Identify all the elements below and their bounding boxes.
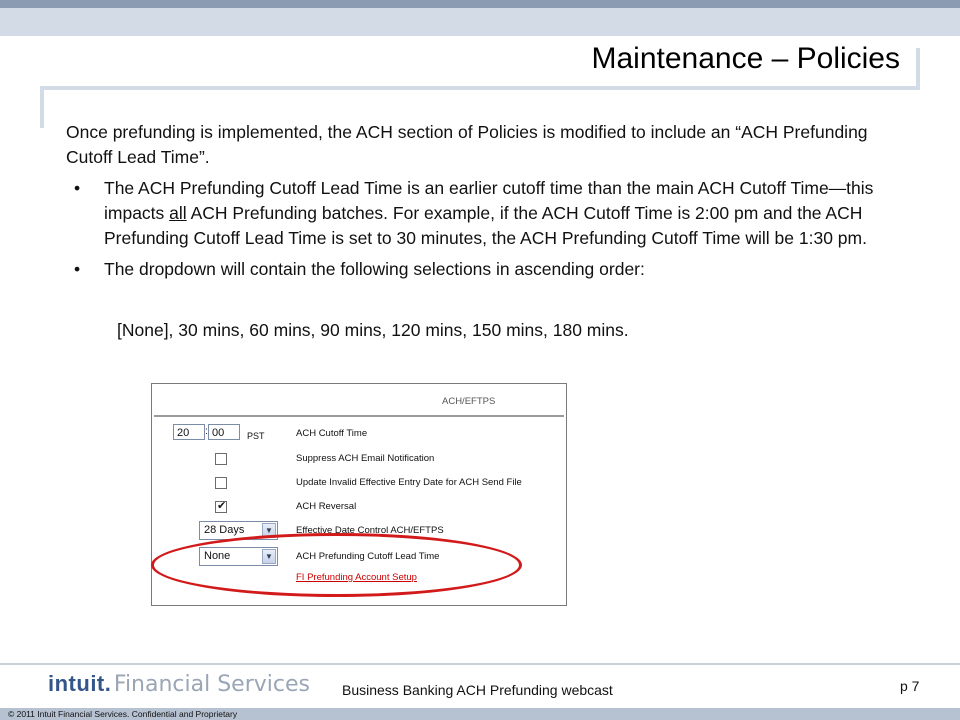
section-header-label: ACH/EFTPS: [442, 396, 496, 407]
cutoff-minutes-input[interactable]: 00: [208, 424, 240, 440]
suppress-email-label: Suppress ACH Email Notification: [296, 453, 435, 464]
section-header: ACH/EFTPS: [154, 386, 564, 417]
copyright-text: © 2011 Intuit Financial Services. Confid…: [8, 709, 238, 719]
logo-subtitle: Financial Services: [113, 672, 310, 697]
bullet-list: The ACH Prefunding Cutoff Lead Time is a…: [74, 176, 894, 288]
top-band: [0, 8, 960, 36]
title-frame-right: [916, 48, 920, 90]
ach-reversal-label: ACH Reversal: [296, 501, 357, 512]
page-number: p 7: [900, 678, 920, 694]
slide-title: Maintenance – Policies: [591, 42, 900, 75]
logo-brand: intuit: [48, 671, 105, 696]
logo-dot: .: [104, 671, 111, 696]
cutoff-time-label: ACH Cutoff Time: [296, 428, 368, 439]
intuit-logo: intuit. Financial Services: [48, 671, 310, 697]
selection-list: [None], 30 mins, 60 mins, 90 mins, 120 m…: [117, 320, 629, 340]
cutoff-hours-input[interactable]: 20: [173, 424, 205, 440]
timezone-label: PST: [247, 431, 265, 441]
intro-paragraph: Once prefunding is implemented, the ACH …: [66, 122, 868, 167]
top-accent-bar: [0, 0, 960, 8]
update-date-label: Update Invalid Effective Entry Date for …: [296, 477, 522, 488]
update-date-checkbox[interactable]: [215, 477, 227, 489]
bullet-text-part2: ACH Prefunding batches. For example, if …: [104, 203, 867, 248]
bullet-item: The ACH Prefunding Cutoff Lead Time is a…: [74, 176, 894, 251]
bullet-text-underlined: all: [169, 203, 187, 223]
title-frame-top: [40, 86, 920, 90]
footer-title: Business Banking ACH Prefunding webcast: [342, 682, 613, 698]
check-icon: ✔: [217, 500, 227, 512]
highlight-ellipse: [151, 533, 522, 597]
bullet-item: The dropdown will contain the following …: [74, 257, 894, 282]
title-frame-left: [40, 90, 44, 128]
ach-reversal-checkbox[interactable]: ✔: [215, 500, 227, 513]
suppress-email-checkbox[interactable]: [215, 453, 227, 465]
effective-date-value: 28 Days: [204, 524, 245, 536]
footer-divider: [0, 663, 960, 665]
